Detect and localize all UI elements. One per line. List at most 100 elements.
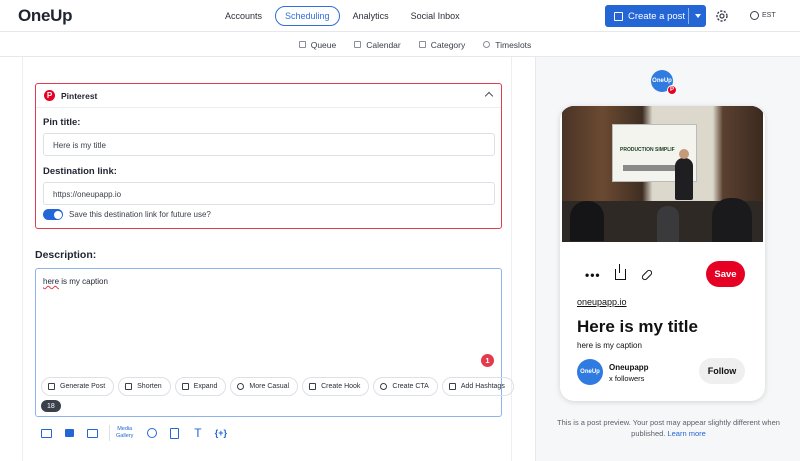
learn-more-link[interactable]: Learn more	[667, 429, 705, 438]
pinterest-card-header[interactable]: P Pinterest	[36, 84, 501, 108]
description-text-rest: is my caption	[59, 277, 108, 286]
follow-button[interactable]: Follow	[699, 358, 745, 384]
post-editor-pane: P Pinterest Pin title: Here is my title …	[22, 57, 514, 461]
pinterest-badge-icon: P	[667, 85, 677, 95]
toolbar-divider	[109, 425, 110, 441]
shrink-icon	[125, 383, 133, 390]
pin-caption: here is my caption	[577, 341, 642, 350]
preview-pane: OneUp P PRODUCTION SIMPLIF ••• Save oneu…	[535, 57, 800, 461]
pin-preview-card: PRODUCTION SIMPLIF ••• Save oneupapp.io …	[560, 106, 765, 401]
pin-save-button[interactable]: Save	[706, 261, 745, 287]
pin-title-input[interactable]: Here is my title	[43, 133, 495, 156]
globe-icon	[750, 11, 759, 20]
create-hook-label: Create Hook	[321, 383, 361, 390]
add-hashtags-label: Add Hashtags	[460, 383, 505, 390]
create-post-button[interactable]: Create a post	[605, 5, 706, 27]
create-post-divider	[688, 8, 689, 24]
gif-icon[interactable]	[86, 427, 99, 439]
pinterest-icon: P	[44, 90, 55, 101]
destination-link-label: Destination link:	[43, 166, 117, 177]
subnav-queue-label: Queue	[310, 39, 337, 50]
create-post-label: Create a post	[628, 10, 686, 22]
spelling-error-badge[interactable]: 1	[481, 354, 494, 367]
more-casual-button[interactable]: More Casual	[230, 377, 299, 396]
media-toolbar: Media Gallery T {+}	[40, 425, 237, 441]
link-icon[interactable]	[640, 268, 653, 281]
category-icon	[418, 41, 426, 48]
add-hashtags-button[interactable]: Add Hashtags	[441, 377, 514, 396]
subnav-category-label: Category	[430, 39, 466, 50]
pin-domain-link[interactable]: oneupapp.io	[577, 297, 627, 307]
nav-analytics[interactable]: Analytics	[344, 6, 398, 26]
save-link-toggle[interactable]	[43, 209, 63, 220]
pinterest-settings-card: P Pinterest Pin title: Here is my title …	[35, 83, 502, 229]
ai-actions-row: Generate Post Shorten Expand More Casual…	[41, 377, 518, 396]
media-gallery-line1: Media	[117, 426, 133, 432]
more-icon[interactable]: •••	[585, 269, 601, 281]
pin-title: Here is my title	[577, 317, 698, 336]
pin-image: PRODUCTION SIMPLIF	[562, 106, 763, 242]
top-navbar: OneUp Accounts Scheduling Analytics Soci…	[0, 0, 800, 32]
subnav-queue[interactable]: Queue	[298, 39, 337, 50]
shorten-label: Shorten	[137, 383, 162, 390]
chevron-down-icon[interactable]	[695, 14, 701, 18]
pin-author-avatar: OneUp	[577, 359, 603, 385]
sub-navbar: Queue Calendar Category Timeslots	[0, 33, 800, 57]
variables-label: {+}	[214, 428, 228, 438]
emoji-icon[interactable]	[145, 427, 158, 439]
clock-icon	[483, 41, 491, 48]
pinterest-card-title: Pinterest	[61, 90, 98, 101]
expand-icon	[181, 383, 189, 390]
subnav-calendar[interactable]: Calendar	[354, 40, 401, 50]
text-icon[interactable]: T	[191, 426, 204, 440]
create-cta-button[interactable]: Create CTA	[373, 377, 438, 396]
pin-followers: x followers	[609, 374, 645, 383]
chevron-up-icon[interactable]	[484, 91, 494, 101]
edit-icon	[614, 11, 623, 21]
image-icon[interactable]	[40, 427, 53, 439]
description-label: Description:	[35, 249, 97, 261]
nav-accounts[interactable]: Accounts	[216, 6, 271, 26]
nav-scheduling[interactable]: Scheduling	[275, 6, 340, 26]
calendar-icon	[354, 41, 362, 48]
pin-author-name: Oneupapp	[609, 363, 649, 372]
smile-icon	[237, 383, 245, 390]
save-link-toggle-row: Save this destination link for future us…	[43, 209, 211, 220]
subnav-timeslots-label: Timeslots	[495, 39, 532, 50]
timezone-selector[interactable]: EST	[750, 11, 776, 20]
pen-icon	[48, 383, 55, 390]
app-logo[interactable]: OneUp	[18, 6, 73, 26]
subnav-category[interactable]: Category	[418, 39, 466, 50]
save-link-label: Save this destination link for future us…	[69, 210, 211, 219]
media-gallery-button[interactable]: Media Gallery	[116, 426, 133, 440]
misspelled-word[interactable]: here	[43, 277, 59, 286]
create-cta-label: Create CTA	[392, 383, 429, 390]
preview-disclaimer: This is a post preview. Your post may ap…	[550, 417, 787, 439]
hook-icon	[309, 383, 317, 390]
expand-label: Expand	[193, 383, 218, 390]
subnav-timeslots[interactable]: Timeslots	[483, 40, 531, 50]
account-avatar[interactable]: OneUp P	[651, 70, 677, 95]
media-gallery-line2: Gallery	[116, 433, 134, 439]
account-avatar-text: OneUp	[652, 78, 672, 84]
clipboard-icon[interactable]	[168, 427, 181, 439]
expand-button[interactable]: Expand	[174, 377, 227, 396]
description-textarea[interactable]: here is my caption 1 Generate Post Short…	[35, 268, 514, 417]
create-hook-button[interactable]: Create Hook	[302, 377, 370, 396]
hashtag-icon	[448, 383, 456, 390]
variables-icon[interactable]: {+}	[214, 427, 227, 439]
video-icon[interactable]	[63, 427, 76, 439]
share-icon[interactable]	[614, 264, 626, 280]
destination-link-input[interactable]: https://oneupapp.io	[43, 182, 495, 205]
shorten-button[interactable]: Shorten	[118, 377, 171, 396]
list-icon	[298, 41, 306, 48]
link-icon	[380, 383, 388, 390]
character-count-badge: 18	[41, 400, 61, 412]
screen-text: PRODUCTION SIMPLIF	[620, 147, 675, 153]
pin-title-label: Pin title:	[43, 117, 81, 128]
gear-icon[interactable]	[714, 8, 730, 24]
generate-post-button[interactable]: Generate Post	[41, 377, 115, 396]
text-tool-glyph: T	[194, 426, 202, 440]
nav-social-inbox[interactable]: Social Inbox	[402, 6, 469, 26]
more-casual-label: More Casual	[249, 383, 290, 390]
